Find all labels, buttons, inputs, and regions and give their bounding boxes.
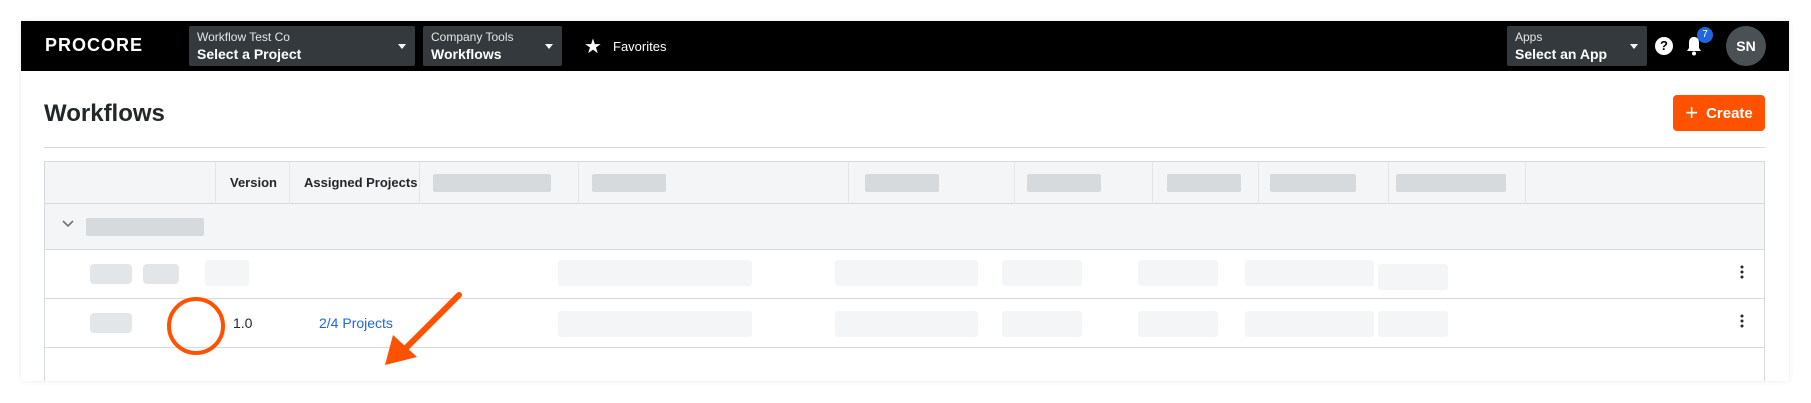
redacted-placeholder [835,260,978,286]
annotation-arrow [385,292,462,365]
project-picker-value: Select a Project [197,46,302,62]
redacted-placeholder [143,264,179,284]
table-header: Version Assigned Projects [45,162,1764,204]
page-title: Workflows [44,100,165,127]
help-icon[interactable]: ? [1655,37,1673,55]
apps-picker-value: Select an App [1515,46,1608,62]
redacted-placeholder [433,174,551,192]
table-row[interactable]: 1.0 2/4 Projects [45,299,1764,348]
project-picker-caption: Workflow Test Co [197,30,290,44]
redacted-placeholder [558,311,752,337]
annotation-circle [167,297,225,355]
redacted-placeholder [865,174,939,192]
create-button[interactable]: + Create [1673,95,1765,131]
column-header-redacted[interactable] [419,162,578,204]
redacted-placeholder [1138,260,1218,286]
column-header-redacted[interactable] [1152,162,1258,204]
redacted-placeholder [558,260,752,286]
star-icon[interactable]: ★ [584,34,602,59]
redacted-placeholder [835,311,978,337]
redacted-placeholder [1270,174,1356,192]
redacted-placeholder [1245,311,1374,337]
apps-picker-caption: Apps [1515,30,1543,44]
plus-icon: + [1685,100,1699,125]
workflows-table: Version Assigned Projects 1.0 2/4 Projec… [44,161,1765,381]
column-header-redacted[interactable] [578,162,848,204]
redacted-placeholder [1167,174,1241,192]
redacted-placeholder [592,174,666,192]
redacted-placeholder [90,313,132,333]
column-header-actions [1525,162,1766,204]
redacted-placeholder [1378,264,1448,290]
apps-picker[interactable]: Apps Select an App [1507,26,1647,66]
create-button-label: Create [1706,104,1753,122]
column-header-version[interactable]: Version [215,162,289,204]
redacted-placeholder [1245,260,1374,286]
app-window: PROCORE Workflow Test Co Select a Projec… [21,21,1789,381]
notification-badge: 7 [1697,27,1713,43]
column-header-redacted[interactable] [1014,162,1152,204]
redacted-placeholder [1396,174,1506,192]
tool-picker[interactable]: Company Tools Workflows [423,26,562,66]
user-avatar[interactable]: SN [1726,26,1766,66]
column-header-assigned-projects[interactable]: Assigned Projects [289,162,419,204]
tool-picker-value: Workflows [431,46,502,62]
tool-picker-caption: Company Tools [431,30,514,44]
caret-down-icon [545,44,553,49]
group-row[interactable] [45,204,1764,250]
kebab-menu-icon[interactable] [1740,265,1744,279]
favorites-link[interactable]: Favorites [613,39,666,54]
version-cell: 1.0 [233,315,253,331]
project-picker[interactable]: Workflow Test Co Select a Project [189,26,415,66]
chevron-down-icon[interactable] [61,217,75,231]
redacted-placeholder [1002,260,1082,286]
header-divider [44,147,1765,148]
redacted-placeholder [1138,311,1218,337]
redacted-group-name [86,218,204,236]
top-nav: PROCORE Workflow Test Co Select a Projec… [21,21,1789,71]
table-row[interactable] [45,250,1764,299]
column-header-redacted[interactable] [1258,162,1388,204]
procore-logo[interactable]: PROCORE [45,35,143,56]
redacted-placeholder [1027,174,1101,192]
column-header-redacted[interactable] [1388,162,1525,204]
version-cell [205,260,249,286]
kebab-menu-icon[interactable] [1740,314,1744,328]
redacted-placeholder [1378,311,1448,337]
redacted-placeholder [1002,311,1082,337]
caret-down-icon [398,44,406,49]
redacted-placeholder [90,264,132,284]
column-header-redacted[interactable] [848,162,1014,204]
caret-down-icon [1630,44,1638,49]
